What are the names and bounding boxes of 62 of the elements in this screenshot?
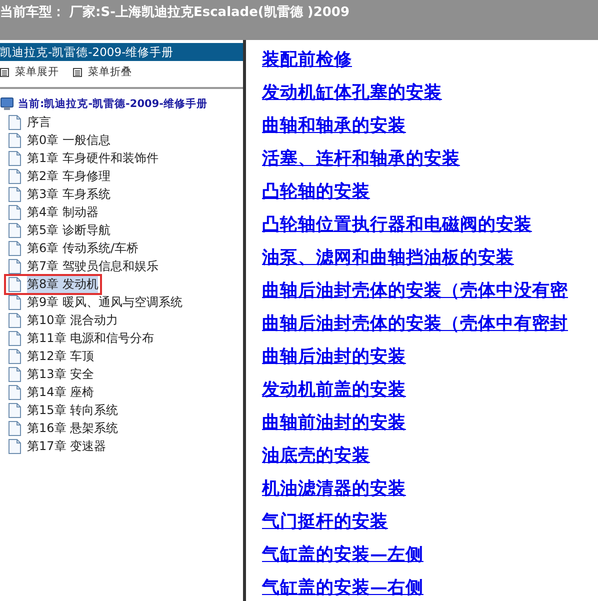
document-icon bbox=[8, 222, 21, 238]
document-icon bbox=[8, 240, 21, 256]
sidebar-header: 凯迪拉克-凯雷德-2009-维修手册 bbox=[0, 43, 243, 61]
tree-item[interactable]: 第4章 制动器 bbox=[4, 202, 102, 222]
list-icon bbox=[73, 68, 82, 76]
procedure-link[interactable]: 油底壳的安装 bbox=[262, 444, 598, 468]
tree-item[interactable]: 第9章 暖风、通风与空调系统 bbox=[4, 292, 186, 312]
window-title: 当前车型： 厂家:S-上海凯迪拉克Escalade(凯雷德 )2009 bbox=[0, 4, 350, 21]
document-icon bbox=[8, 258, 21, 274]
procedure-link[interactable]: 气缸盖的安装—左侧 bbox=[262, 543, 598, 567]
procedure-link[interactable]: 发动机缸体孔塞的安装 bbox=[262, 81, 598, 105]
computer-icon bbox=[0, 97, 14, 111]
procedure-link[interactable]: 油泵、滤网和曲轴挡油板的安装 bbox=[262, 246, 598, 270]
document-icon bbox=[8, 114, 21, 130]
document-icon bbox=[8, 204, 21, 220]
procedure-link[interactable]: 装配前检修 bbox=[262, 48, 598, 72]
menu-toggle-button[interactable]: 菜单展开 bbox=[0, 65, 59, 79]
tree-item[interactable]: 第5章 诊断导航 bbox=[4, 220, 114, 240]
tree-item[interactable]: 第11章 电源和信号分布 bbox=[4, 328, 158, 348]
procedure-link[interactable]: 凸轮轴的安装 bbox=[262, 180, 598, 204]
document-icon bbox=[8, 276, 21, 292]
procedure-link[interactable]: 气门挺杆的安装 bbox=[262, 510, 598, 534]
tree-item[interactable]: 第13章 安全 bbox=[4, 364, 98, 384]
document-icon bbox=[8, 366, 21, 382]
tree-item[interactable]: 第2章 车身修理 bbox=[4, 166, 114, 186]
procedure-link[interactable]: 曲轴和轴承的安装 bbox=[262, 114, 598, 138]
document-icon bbox=[8, 438, 21, 454]
procedure-link[interactable]: 凸轮轴位置执行器和电磁阀的安装 bbox=[262, 213, 598, 237]
document-icon bbox=[8, 384, 21, 400]
tree-root[interactable]: 当前:凯迪拉克-凯雷德-2009-维修手册 bbox=[18, 97, 208, 111]
tree-item[interactable]: 第0章 一般信息 bbox=[4, 130, 114, 150]
tree-item[interactable]: 第3章 车身系统 bbox=[4, 184, 114, 204]
document-icon bbox=[8, 330, 21, 346]
procedure-link[interactable]: 曲轴后油封的安装 bbox=[262, 345, 598, 369]
document-icon bbox=[8, 402, 21, 418]
procedure-link[interactable]: 曲轴前油封的安装 bbox=[262, 411, 598, 435]
tree-item[interactable]: 第10章 混合动力 bbox=[4, 310, 122, 330]
document-icon bbox=[8, 294, 21, 310]
document-icon bbox=[8, 132, 21, 148]
procedure-link[interactable]: 机油滤清器的安装 bbox=[262, 477, 598, 501]
procedure-link[interactable]: 曲轴后油封壳体的安装（壳体中没有密 bbox=[262, 279, 598, 303]
procedure-link[interactable]: 活塞、连杆和轴承的安装 bbox=[262, 147, 598, 171]
tree-item[interactable]: 序言 bbox=[4, 112, 55, 132]
tree-item[interactable]: 第1章 车身硬件和装饰件 bbox=[4, 148, 162, 168]
document-icon bbox=[8, 150, 21, 166]
tree-item[interactable]: 第17章 变速器 bbox=[4, 436, 110, 456]
document-icon bbox=[8, 312, 21, 328]
procedure-link[interactable]: 发动机前盖的安装 bbox=[262, 378, 598, 402]
tree-item[interactable]: 第15章 转向系统 bbox=[4, 400, 122, 420]
tree-item[interactable]: 第7章 驾驶员信息和娱乐 bbox=[4, 256, 162, 276]
tree-item[interactable]: 第16章 悬架系统 bbox=[4, 418, 122, 438]
document-icon bbox=[8, 420, 21, 436]
tree-item[interactable]: 第14章 座椅 bbox=[4, 382, 98, 402]
procedure-link[interactable]: 曲轴后油封壳体的安装（壳体中有密封 bbox=[262, 312, 598, 336]
tree-item[interactable]: 第6章 传动系统/车桥 bbox=[4, 238, 142, 258]
tree-item[interactable]: 第8章 发动机 bbox=[4, 274, 102, 294]
document-icon bbox=[8, 348, 21, 364]
menu-toggle-button[interactable]: 菜单折叠 bbox=[73, 65, 132, 79]
procedure-link[interactable]: 气缸盖的安装—右侧 bbox=[262, 576, 598, 600]
tree-item[interactable]: 第12章 车顶 bbox=[4, 346, 98, 366]
document-icon bbox=[8, 168, 21, 184]
document-icon bbox=[8, 186, 21, 202]
